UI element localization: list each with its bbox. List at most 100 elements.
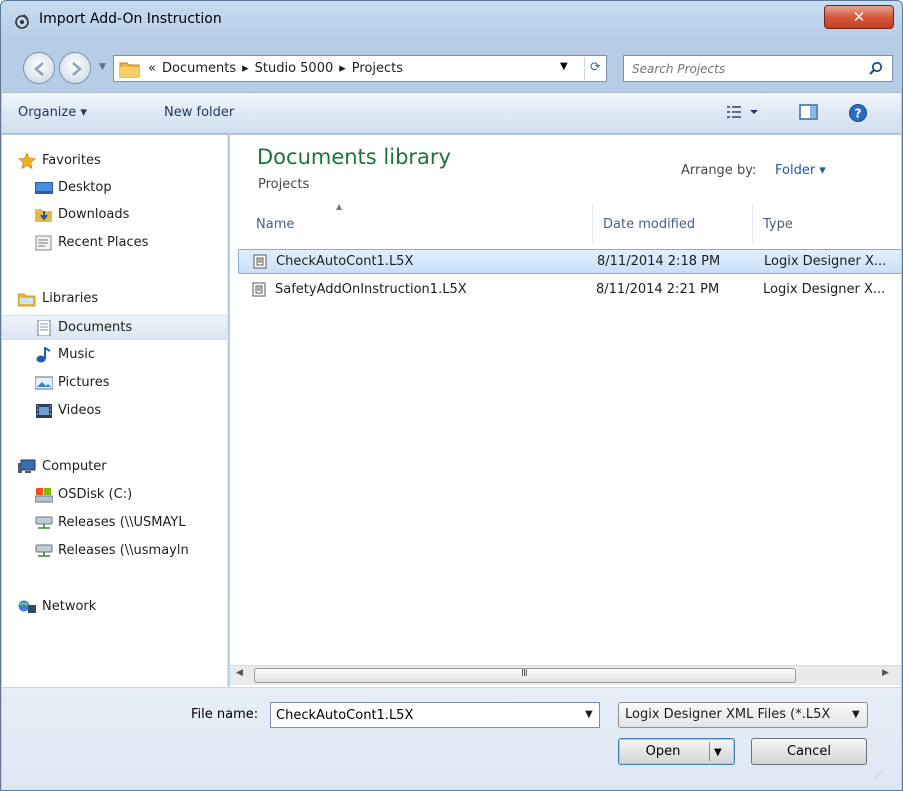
chevron-down-icon[interactable]: ▼ (585, 709, 593, 720)
arrange-by-dropdown[interactable]: Folder ▾ (775, 163, 826, 178)
file-date-modified: 8/11/2014 2:18 PM (597, 254, 721, 269)
library-title: Documents library (257, 145, 451, 169)
organize-button[interactable]: Organize ▾ (18, 105, 87, 120)
search-box[interactable] (623, 55, 893, 82)
new-folder-button[interactable]: New folder (164, 105, 234, 120)
file-name-panel: File name: ▼ Logix Designer XML Files (*… (2, 687, 901, 790)
l5x-file-icon (253, 254, 267, 269)
sidebar-label: Computer (42, 459, 107, 474)
sidebar-item-desktop[interactable]: Desktop (2, 176, 227, 201)
sidebar-label: Favorites (42, 153, 101, 168)
back-arrow-icon (34, 62, 44, 76)
column-divider[interactable] (592, 203, 593, 243)
open-button-label: Open (645, 744, 681, 759)
resize-grip-icon[interactable]: ⋰ (874, 770, 883, 780)
scroll-left-icon[interactable]: ◀ (236, 668, 243, 678)
music-icon (36, 347, 51, 363)
column-header-date-modified[interactable]: Date modified (603, 217, 695, 232)
recent-locations-icon[interactable]: ▼ (99, 62, 111, 74)
pictures-icon (35, 376, 53, 390)
address-bar[interactable]: « Documents ▸ Studio 5000 ▸ Projects ▼ ⟳ (113, 55, 607, 82)
svg-text:?: ? (855, 107, 862, 121)
file-type-filter[interactable]: Logix Designer XML Files (*.L5X ▼ (618, 702, 868, 728)
table-row[interactable]: SafetyAddOnInstruction1.L5X 8/11/2014 2:… (238, 278, 901, 303)
sidebar-label: Releases (\\usmayln (58, 543, 189, 558)
file-name: SafetyAddOnInstruction1.L5X (275, 282, 467, 297)
open-button[interactable]: Open ▼ (618, 738, 735, 765)
sidebar-item-network[interactable]: Network (2, 595, 227, 620)
sidebar-label: Documents (58, 320, 133, 335)
file-name: CheckAutoCont1.L5X (276, 254, 414, 269)
breadcrumb-chevron-icon[interactable]: ▸ (339, 61, 346, 76)
back-button[interactable] (23, 52, 55, 84)
command-toolbar: Organize ▾ New folder ? (2, 92, 901, 134)
close-button[interactable]: ✕ (824, 5, 894, 29)
sidebar-label: Desktop (58, 180, 112, 195)
breadcrumb-chevron-icon[interactable]: ▸ (242, 61, 249, 76)
horizontal-scrollbar[interactable]: ◀ III ▶ (230, 665, 901, 685)
file-list-pane[interactable]: Documents library Projects Arrange by: F… (230, 135, 901, 687)
computer-icon (18, 459, 36, 473)
sidebar-item-favorites[interactable]: Favorites (2, 149, 227, 174)
title-bar[interactable]: Import Add-On Instruction ✕ (1, 1, 902, 46)
sidebar-item-recent-places[interactable]: Recent Places (2, 231, 227, 256)
column-header-name[interactable]: Name (256, 217, 294, 232)
sidebar-label: Videos (58, 403, 102, 418)
arrange-by-label: Arrange by: (681, 163, 757, 178)
search-icon[interactable] (868, 61, 884, 77)
cancel-button[interactable]: Cancel (751, 738, 867, 765)
view-options-icon[interactable] (726, 103, 762, 121)
breadcrumb-studio5000[interactable]: Studio 5000 (255, 61, 334, 76)
star-icon (18, 153, 36, 169)
sidebar-item-releases-2[interactable]: Releases (\\usmayln (2, 539, 227, 564)
sidebar-item-libraries[interactable]: Libraries (2, 287, 227, 312)
sidebar-label: Libraries (42, 291, 99, 306)
app-icon (15, 14, 29, 29)
column-divider[interactable] (752, 203, 753, 243)
table-row[interactable]: CheckAutoCont1.L5X 8/11/2014 2:18 PM Log… (238, 249, 901, 274)
breadcrumb-projects[interactable]: Projects (352, 61, 403, 76)
navigation-pane[interactable]: Favorites Desktop Downloads Recent Place… (2, 135, 228, 687)
folder-icon (119, 62, 140, 78)
refresh-icon[interactable]: ⟳ (584, 57, 606, 80)
forward-button[interactable] (59, 52, 91, 84)
column-header-type[interactable]: Type (763, 217, 793, 232)
sidebar-item-documents[interactable]: Documents (2, 315, 227, 340)
file-name-field[interactable] (276, 706, 566, 724)
library-subtitle: Projects (258, 177, 310, 192)
breadcrumb: « Documents ▸ Studio 5000 ▸ Projects (148, 61, 409, 76)
preview-pane-icon[interactable] (799, 103, 819, 121)
sidebar-item-osdisk[interactable]: OSDisk (C:) (2, 483, 227, 508)
network-drive-icon (35, 544, 53, 557)
scrollbar-thumb[interactable]: III (254, 668, 796, 683)
breadcrumb-documents[interactable]: Documents (162, 61, 236, 76)
sidebar-item-downloads[interactable]: Downloads (2, 203, 227, 228)
sidebar-item-music[interactable]: Music (2, 343, 227, 368)
sidebar-label: Pictures (58, 375, 110, 390)
libraries-icon (18, 293, 36, 307)
breadcrumb-overflow[interactable]: « (148, 61, 156, 76)
sort-ascending-icon: ▲ (336, 202, 343, 211)
sidebar-label: Downloads (58, 207, 130, 222)
sidebar-item-computer[interactable]: Computer (2, 455, 227, 480)
open-options-chevron-icon[interactable]: ▼ (714, 740, 722, 765)
desktop-icon (35, 182, 53, 194)
split-divider (709, 742, 710, 761)
downloads-folder-icon (35, 209, 52, 222)
sidebar-item-releases-1[interactable]: Releases (\\USMAYL (2, 511, 227, 536)
file-name-combobox[interactable]: ▼ (270, 702, 600, 728)
videos-icon (36, 404, 52, 418)
scroll-right-icon[interactable]: ▶ (882, 668, 889, 678)
address-row: ▼ « Documents ▸ Studio 5000 ▸ Projects ▼ ⟳ (1, 48, 902, 90)
network-drive-icon (35, 516, 53, 529)
sidebar-label: Releases (\\USMAYL (58, 515, 186, 530)
sidebar-item-pictures[interactable]: Pictures (2, 371, 227, 396)
help-icon[interactable]: ? (848, 103, 868, 123)
disk-drive-icon (35, 488, 53, 503)
search-input[interactable] (632, 60, 852, 78)
import-dialog: Import Add-On Instruction ✕ ▼ « Documents… (0, 0, 903, 791)
sidebar-item-videos[interactable]: Videos (2, 399, 227, 424)
chevron-down-icon[interactable]: ▼ (852, 709, 860, 720)
address-dropdown-icon[interactable]: ▼ (560, 61, 568, 72)
sidebar-label: Recent Places (58, 235, 149, 250)
